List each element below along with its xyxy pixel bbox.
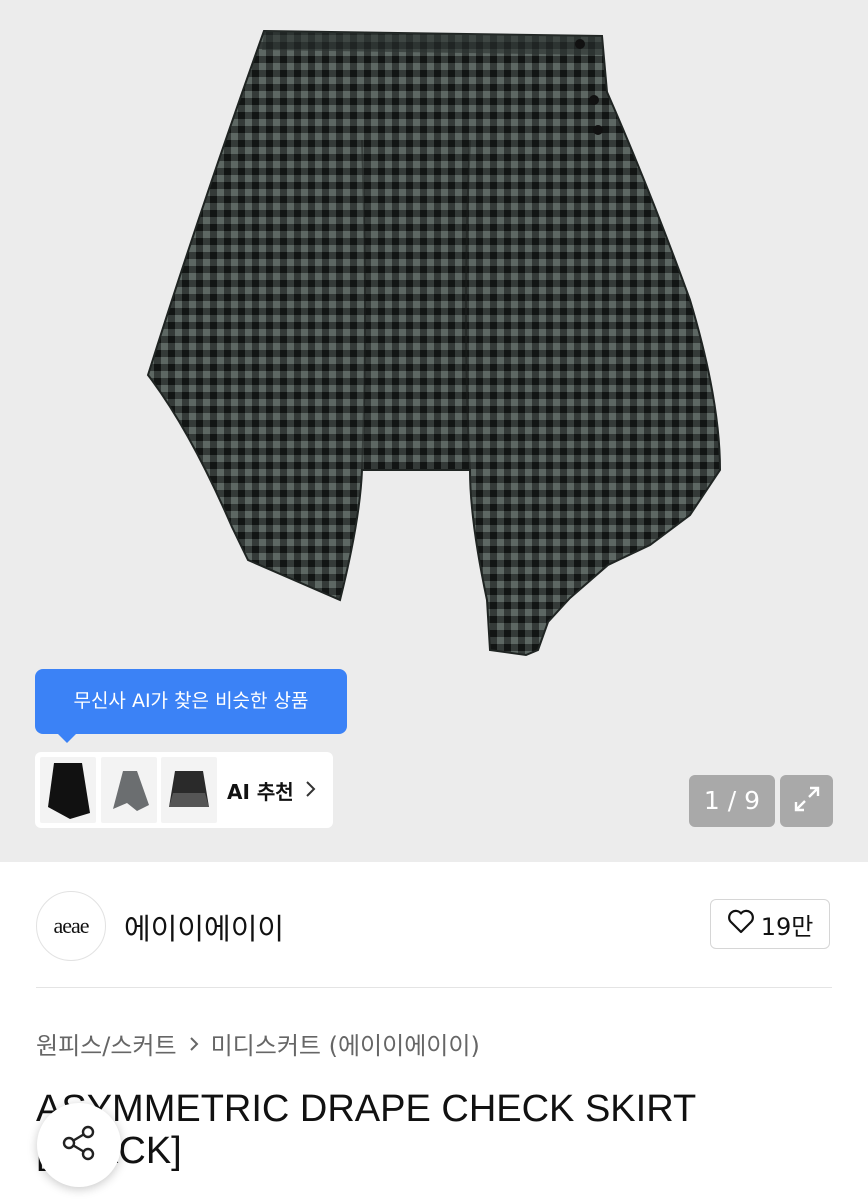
chevron-right-icon [304, 779, 316, 803]
brand-name[interactable]: 에이이에이이 [124, 906, 284, 948]
expand-button[interactable] [780, 775, 833, 827]
product-image-gallery[interactable]: 무신사 AI가 찾은 비슷한 상품 AI 추천 1 / 9 [0, 0, 868, 862]
expand-icon [791, 783, 823, 819]
brand-logo[interactable]: aeae [36, 891, 106, 961]
like-count: 19만 [760, 912, 814, 941]
ai-recommend-card[interactable]: AI 추천 [35, 752, 333, 828]
similar-thumb-1[interactable] [40, 757, 96, 823]
breadcrumb: 원피스/스커트 미디스커트 (에이이에이이) [36, 1026, 480, 1061]
product-title: ASYMMETRIC DRAPE CHECK SKIRT [BLACK] [36, 1088, 696, 1172]
breadcrumb-category[interactable]: 원피스/스커트 [36, 1026, 177, 1061]
similar-thumb-2[interactable] [101, 757, 157, 823]
ai-recommend-link[interactable]: AI 추천 [227, 776, 316, 805]
ai-similar-tooltip[interactable]: 무신사 AI가 찾은 비슷한 상품 [35, 669, 347, 743]
image-counter: 1 / 9 [689, 775, 775, 827]
breadcrumb-subcategory[interactable]: 미디스커트 (에이이에이이) [211, 1026, 480, 1061]
like-button[interactable]: 19만 [710, 899, 830, 949]
ai-recommend-label: AI 추천 [227, 780, 294, 804]
heart-icon [727, 908, 755, 940]
chevron-right-icon [189, 1030, 199, 1058]
share-icon [59, 1123, 99, 1167]
brand-logo-text: aeae [53, 913, 89, 938]
similar-thumb-3[interactable] [161, 757, 217, 823]
share-button[interactable] [37, 1103, 121, 1187]
divider [36, 987, 832, 988]
